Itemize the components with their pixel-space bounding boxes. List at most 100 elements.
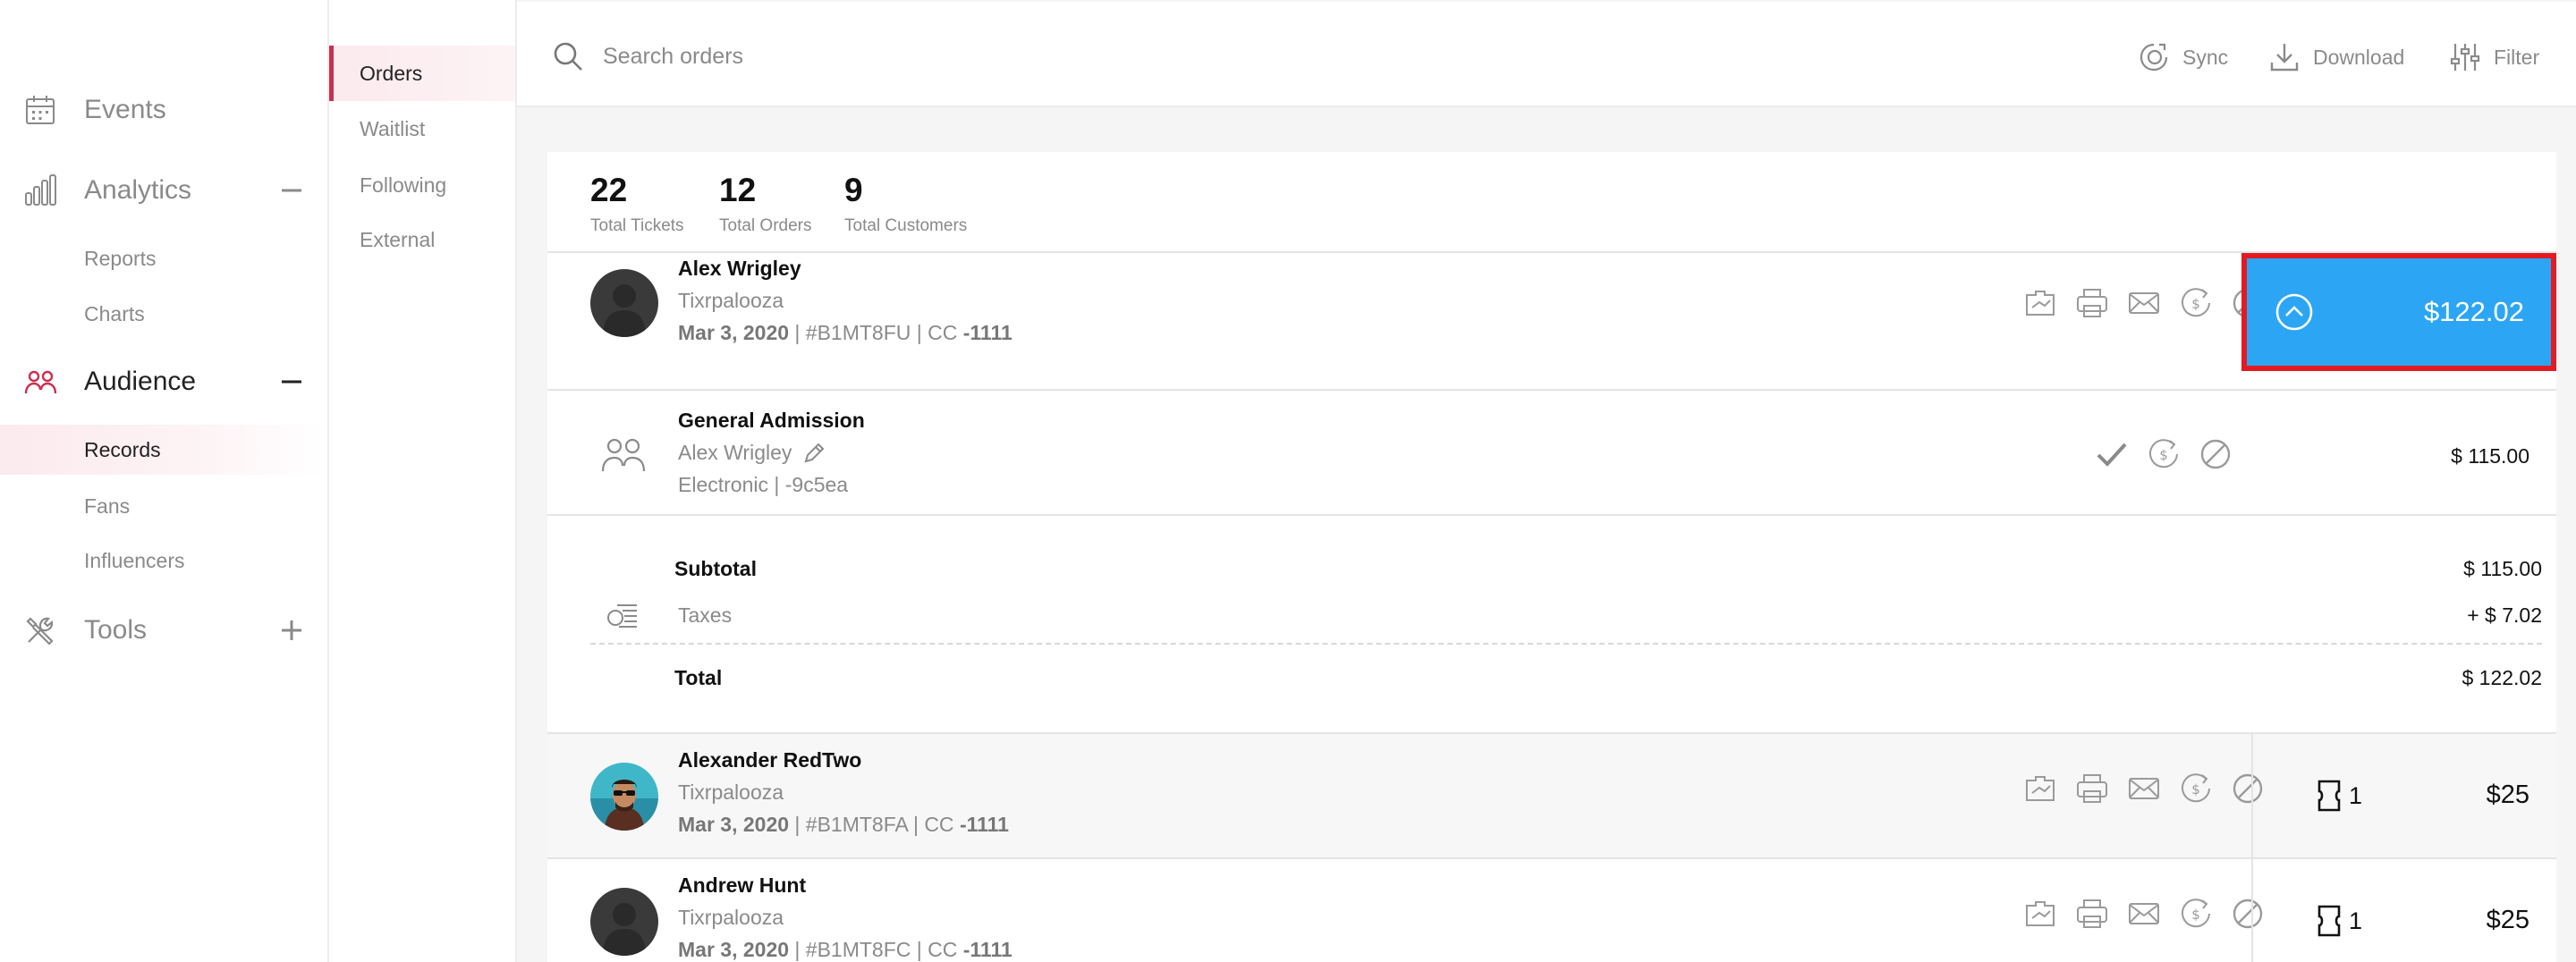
subnav-item-waitlist[interactable]: Waitlist bbox=[329, 101, 515, 156]
filter-sliders-icon bbox=[2450, 44, 2480, 71]
nav-item-label: Events bbox=[84, 95, 166, 124]
ticket-transfer-icon[interactable] bbox=[2023, 286, 2057, 320]
email-icon[interactable] bbox=[2127, 772, 2161, 806]
order-total-collapse-button[interactable]: $122.02 bbox=[2241, 253, 2556, 371]
order-total: $25 bbox=[2486, 781, 2529, 809]
subnav-item-label: Waitlist bbox=[360, 116, 426, 140]
nav-sub-item-label: Records bbox=[84, 437, 161, 461]
filter-label: Filter bbox=[2494, 45, 2540, 69]
card-last-digits: -1111 bbox=[962, 938, 1013, 961]
print-icon[interactable] bbox=[2075, 772, 2109, 806]
download-label: Download bbox=[2313, 45, 2405, 69]
svg-text:$: $ bbox=[2191, 781, 2200, 797]
ticket-actions: $ bbox=[2095, 437, 2233, 471]
ticket-count-value: 1 bbox=[2349, 781, 2363, 809]
ticket-type: Electronic | -9c5ea bbox=[678, 473, 849, 496]
svg-text:$: $ bbox=[2191, 296, 2200, 312]
subnav-item-following[interactable]: Following bbox=[329, 157, 515, 213]
svg-text:$: $ bbox=[2159, 447, 2168, 463]
order-info: | #B1MT8FA | CC bbox=[789, 813, 960, 836]
nav-sub-item-charts[interactable]: Charts bbox=[0, 289, 327, 339]
refund-icon[interactable]: $ bbox=[2179, 772, 2213, 806]
subnav-item-label: Orders bbox=[360, 61, 423, 85]
subnav-item-external[interactable]: External bbox=[329, 212, 515, 267]
order-actions: $ bbox=[2023, 772, 2265, 806]
people-icon bbox=[24, 370, 57, 394]
email-icon[interactable] bbox=[2127, 286, 2161, 320]
download-button[interactable]: Download bbox=[2268, 38, 2404, 77]
avatar bbox=[590, 888, 658, 956]
nav-item-events[interactable]: Events bbox=[0, 79, 327, 141]
print-icon[interactable] bbox=[2075, 897, 2109, 931]
ticket-title: General Admission bbox=[678, 409, 865, 432]
subnav-item-orders[interactable]: Orders bbox=[329, 46, 515, 101]
ticket-transfer-icon[interactable] bbox=[2023, 772, 2057, 806]
stat-label: Total Orders bbox=[719, 216, 812, 235]
nav-sub-item-records[interactable]: Records bbox=[0, 425, 327, 475]
nav-sub-item-label: Reports bbox=[84, 246, 157, 270]
search-input[interactable] bbox=[603, 36, 1497, 77]
cancel-icon[interactable] bbox=[2199, 437, 2233, 471]
event-name: Tixrpalooza bbox=[678, 781, 784, 804]
sync-button[interactable]: Sync bbox=[2138, 38, 2228, 77]
stat-label: Total Customers bbox=[844, 216, 968, 235]
nav-sub-item-label: Fans bbox=[84, 494, 131, 518]
nav-sub-item-fans[interactable]: Fans bbox=[0, 481, 327, 531]
stat-total-customers: 9 Total Customers bbox=[844, 172, 967, 236]
taxes-label: Taxes bbox=[678, 603, 733, 627]
nav-sub-item-influencers[interactable]: Influencers bbox=[0, 536, 327, 586]
customer-name: Alexander RedTwo bbox=[678, 748, 862, 772]
event-name: Tixrpalooza bbox=[678, 289, 784, 312]
refund-icon[interactable]: $ bbox=[2179, 286, 2213, 320]
nav-item-tools[interactable]: Tools bbox=[0, 599, 327, 662]
stat-value: 9 bbox=[844, 172, 863, 208]
order-row[interactable]: Alex Wrigley Tixrpalooza Mar 3, 2020 | #… bbox=[547, 253, 2556, 391]
minus-icon[interactable] bbox=[279, 178, 304, 203]
subnav-item-label: Following bbox=[360, 173, 447, 197]
avatar bbox=[590, 763, 658, 831]
card-last-digits: -1111 bbox=[962, 321, 1013, 344]
subtotal-label: Subtotal bbox=[674, 557, 757, 580]
email-icon[interactable] bbox=[2127, 897, 2161, 931]
nav-item-label: Tools bbox=[84, 615, 148, 645]
print-icon[interactable] bbox=[2075, 286, 2109, 320]
orders-main: Sync Download Filter 22 Total Tickets 1 2… bbox=[517, 0, 2576, 962]
order-row[interactable]: Andrew Hunt Tixrpalooza Mar 3, 2020 | #B… bbox=[547, 859, 2556, 962]
event-name: Tixrpalooza bbox=[678, 906, 784, 929]
cancel-icon[interactable] bbox=[2231, 772, 2265, 806]
ticket-transfer-icon[interactable] bbox=[2023, 897, 2057, 931]
subnav-item-label: External bbox=[360, 227, 436, 251]
stat-total-tickets: 22 Total Tickets bbox=[590, 172, 684, 236]
svg-text:$: $ bbox=[2191, 907, 2200, 923]
order-actions: $ bbox=[2023, 897, 2265, 931]
order-date: Mar 3, 2020 bbox=[678, 938, 790, 961]
sync-label: Sync bbox=[2182, 45, 2229, 69]
plus-icon[interactable] bbox=[279, 618, 304, 643]
ticket-icon bbox=[2318, 780, 2341, 812]
order-total: $25 bbox=[2486, 906, 2529, 934]
stat-value: 22 bbox=[590, 172, 628, 208]
order-row[interactable]: Alexander RedTwo Tixrpalooza Mar 3, 2020… bbox=[547, 734, 2556, 859]
edit-pencil-icon[interactable] bbox=[802, 442, 826, 465]
minus-icon[interactable] bbox=[279, 369, 304, 394]
nav-item-analytics[interactable]: Analytics bbox=[0, 159, 327, 222]
refund-icon[interactable]: $ bbox=[2147, 437, 2181, 471]
ticket-holder-name: Alex Wrigley bbox=[678, 441, 792, 464]
order-meta: Mar 3, 2020 | #B1MT8FU | CC -1111 bbox=[678, 321, 1013, 345]
search-icon bbox=[554, 42, 582, 71]
ticket-price: $ 115.00 bbox=[2451, 444, 2529, 468]
total-value: $ 122.02 bbox=[2462, 666, 2542, 689]
bar-chart-icon bbox=[25, 174, 56, 206]
checkmark-icon[interactable] bbox=[2095, 437, 2129, 471]
refund-icon[interactable]: $ bbox=[2179, 897, 2213, 931]
customer-name: Andrew Hunt bbox=[678, 873, 807, 897]
receipt-coin-icon bbox=[607, 604, 637, 628]
filter-button[interactable]: Filter bbox=[2449, 38, 2539, 77]
total-label: Total bbox=[674, 666, 723, 689]
ticket-count: 1 bbox=[2317, 904, 2362, 938]
customer-name: Alex Wrigley bbox=[678, 257, 801, 280]
cancel-icon[interactable] bbox=[2231, 897, 2265, 931]
nav-sub-item-label: Charts bbox=[84, 301, 145, 325]
nav-item-audience[interactable]: Audience bbox=[0, 350, 327, 413]
nav-sub-item-reports[interactable]: Reports bbox=[0, 233, 327, 283]
